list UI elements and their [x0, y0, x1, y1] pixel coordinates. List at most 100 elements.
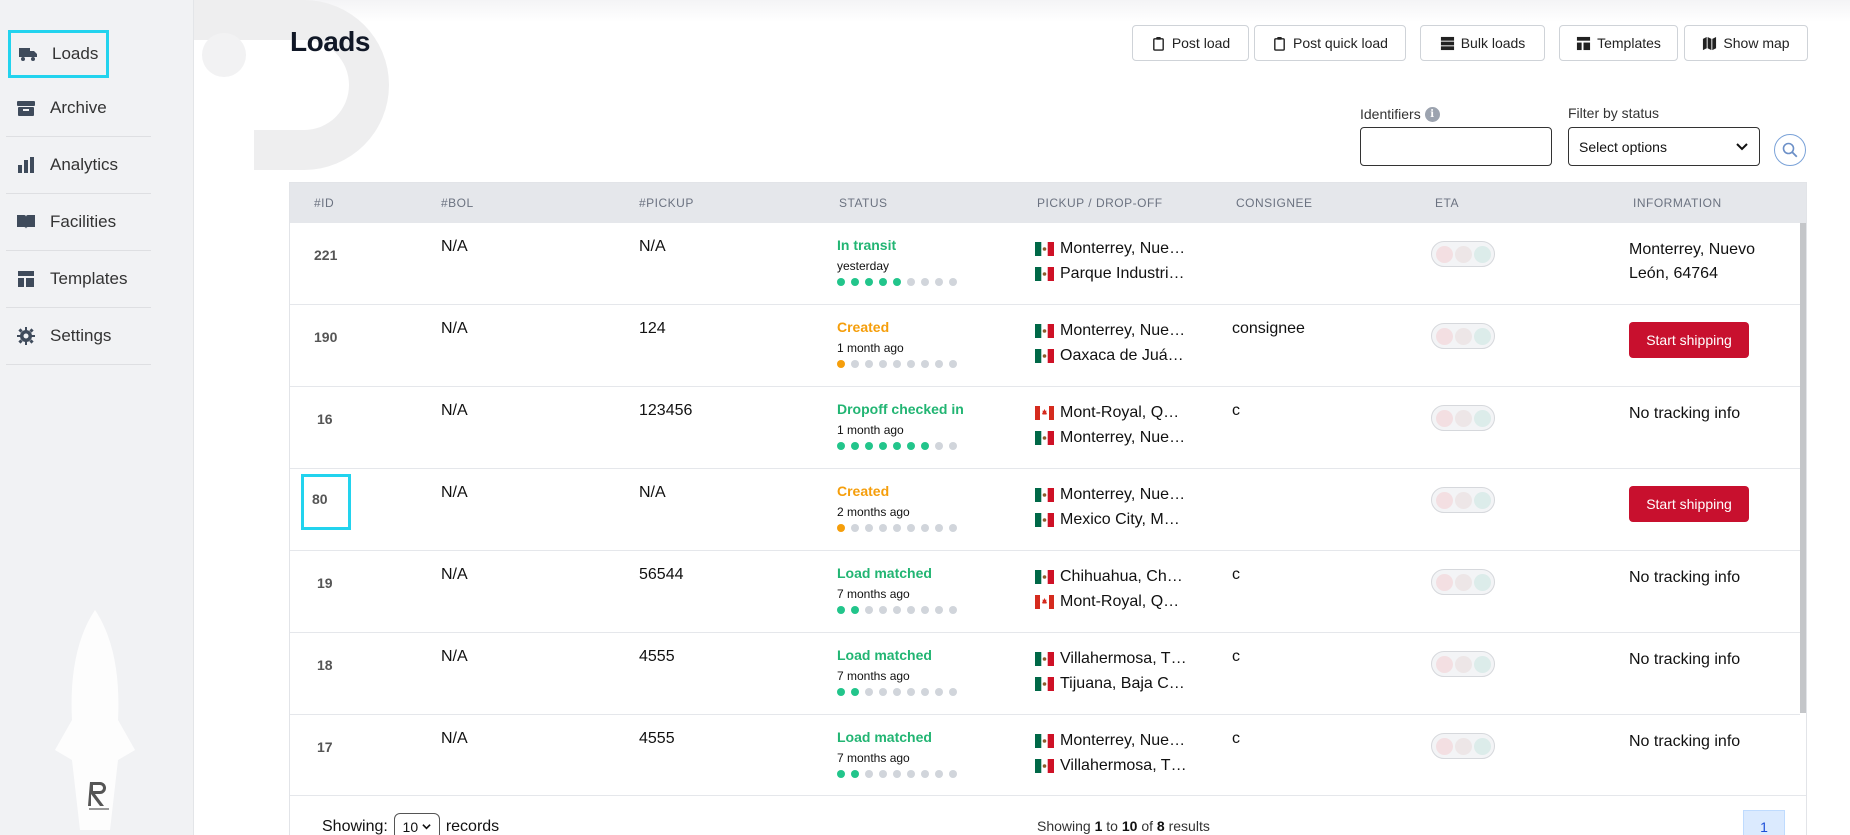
identifiers-label: Identifiers i — [1360, 106, 1440, 122]
identifiers-input[interactable] — [1360, 127, 1552, 166]
map-icon — [1703, 36, 1717, 50]
status-filter-label: Filter by status — [1568, 105, 1660, 121]
search-button[interactable] — [1774, 134, 1806, 166]
results-to-word: to — [1106, 818, 1118, 834]
progress-dot — [879, 442, 887, 450]
sidebar-item-loads[interactable]: Loads — [8, 30, 109, 78]
progress-dot — [893, 360, 901, 368]
table-row[interactable]: 16 N/A 123456 Dropoff checked in 1 month ago… — [290, 387, 1800, 469]
status-label: Load matched — [837, 729, 932, 745]
pickup-location: Monterrey, Nue… — [1035, 322, 1185, 340]
results-total: 8 — [1156, 818, 1165, 834]
progress-dot — [893, 770, 901, 778]
progress-dot — [907, 688, 915, 696]
canada-flag-icon — [1035, 406, 1054, 420]
table-row[interactable]: 80 N/A N/A Created 2 months ago Monterrey, Nu… — [290, 469, 1800, 551]
information-line: No tracking info — [1629, 651, 1741, 668]
info-icon[interactable]: i — [1424, 106, 1440, 122]
dropoff-location: Parque Industri… — [1035, 265, 1185, 283]
mexico-flag-icon — [1035, 677, 1054, 691]
status-progress — [837, 360, 957, 368]
eta-red-light — [1435, 245, 1453, 263]
pickup-location-text: Villahermosa, T… — [1060, 650, 1187, 667]
top-shadow — [194, 0, 1850, 22]
progress-dot — [893, 442, 901, 450]
pagination-page-button[interactable]: 1 — [1743, 810, 1785, 835]
load-id[interactable]: 18 — [317, 657, 333, 673]
status-filter-select[interactable]: Select options — [1568, 127, 1760, 166]
mexico-flag-icon — [1035, 324, 1054, 338]
status-progress — [837, 770, 957, 778]
load-id[interactable]: 80 — [301, 474, 351, 530]
load-id[interactable]: 16 — [317, 411, 333, 427]
progress-dot — [865, 688, 873, 696]
eta-yellow-light — [1454, 737, 1472, 755]
post-load-button[interactable]: Post load — [1132, 25, 1249, 61]
app-root: Loads Archive Analytics Facilities Templ… — [0, 0, 1850, 835]
status-label: Load matched — [837, 565, 932, 581]
load-id[interactable]: 190 — [314, 329, 337, 345]
eta-red-light — [1435, 327, 1453, 345]
column-header-eta: ETA — [1435, 196, 1459, 210]
start-shipping-button[interactable]: Start shipping — [1629, 322, 1749, 358]
templates-button[interactable]: Templates — [1559, 25, 1678, 61]
table-row[interactable]: 18 N/A 4555 Load matched 7 months ago Villahe… — [290, 633, 1800, 715]
post-quick-load-label: Post quick load — [1293, 35, 1388, 51]
book-icon — [16, 212, 36, 232]
table-row[interactable]: 19 N/A 56544 Load matched 7 months ago Chihua… — [290, 551, 1800, 633]
records-label: records — [445, 817, 500, 835]
dropoff-location-text: Oaxaca de Juá… — [1060, 347, 1184, 364]
sidebar-item-facilities[interactable]: Facilities — [6, 194, 151, 251]
pickup-location-text: Mont-Royal, Q… — [1060, 404, 1180, 421]
pickup-location-text: Monterrey, Nue… — [1060, 322, 1186, 339]
mexico-flag-icon — [1035, 242, 1054, 256]
progress-dot — [907, 606, 915, 614]
status-label: Created — [837, 319, 890, 335]
progress-dot — [851, 688, 859, 696]
eta-green-light — [1473, 573, 1491, 591]
pickup-value: 123456 — [639, 402, 693, 419]
status-label: Created — [837, 483, 890, 499]
pickup-location-text: Chihuahua, Ch… — [1060, 568, 1183, 585]
table-row[interactable]: 190 N/A 124 Created 1 month ago Monterrey, Nu… — [290, 305, 1800, 387]
bol-value: N/A — [441, 730, 468, 747]
mexico-flag-icon — [1035, 759, 1054, 773]
sidebar-item-settings[interactable]: Settings — [6, 308, 151, 365]
load-id[interactable]: 221 — [314, 247, 337, 263]
sidebar-item-label: Analytics — [50, 155, 119, 174]
status-progress — [837, 278, 957, 286]
start-shipping-button[interactable]: Start shipping — [1629, 486, 1749, 522]
table-row[interactable]: 17 N/A 4555 Load matched 7 months ago Monterr… — [290, 715, 1800, 797]
load-id[interactable]: 19 — [317, 575, 333, 591]
showing-label: Showing: — [322, 817, 388, 835]
progress-dot — [893, 606, 901, 614]
brand-logo-icon — [88, 782, 109, 810]
sidebar-item-analytics[interactable]: Analytics — [6, 137, 151, 194]
bulk-loads-button[interactable]: Bulk loads — [1420, 25, 1545, 61]
information-line: No tracking info — [1629, 405, 1741, 422]
load-id[interactable]: 17 — [317, 739, 333, 755]
pickup-location: Mont-Royal, Q… — [1035, 404, 1179, 422]
information-cell: No tracking info — [1629, 402, 1740, 426]
sidebar-item-templates[interactable]: Templates — [6, 251, 151, 308]
eta-red-light — [1435, 491, 1453, 509]
information-line: No tracking info — [1629, 569, 1741, 586]
sidebar-item-archive[interactable]: Archive — [6, 80, 151, 137]
post-quick-load-button[interactable]: Post quick load — [1254, 25, 1406, 61]
records-select[interactable]: 10 — [393, 813, 440, 835]
column-header-bol: #BOL — [441, 196, 474, 210]
table-scrollbar[interactable] — [1800, 223, 1806, 713]
pickup-value: 4555 — [639, 648, 675, 665]
bol-value: N/A — [441, 320, 468, 337]
bol-value: N/A — [441, 566, 468, 583]
show-map-button[interactable]: Show map — [1684, 25, 1808, 61]
eta-green-light — [1473, 491, 1491, 509]
progress-dot — [879, 278, 887, 286]
truck-icon — [18, 44, 38, 64]
progress-dot — [935, 524, 943, 532]
information-cell: Monterrey, Nuevo León, 64764 — [1629, 238, 1755, 286]
sidebar-item-label: Facilities — [50, 212, 117, 231]
progress-dot — [921, 442, 929, 450]
table-row[interactable]: 221 N/A N/A In transit yesterday Monterrey, N… — [290, 223, 1800, 305]
eta-indicator — [1431, 405, 1495, 431]
